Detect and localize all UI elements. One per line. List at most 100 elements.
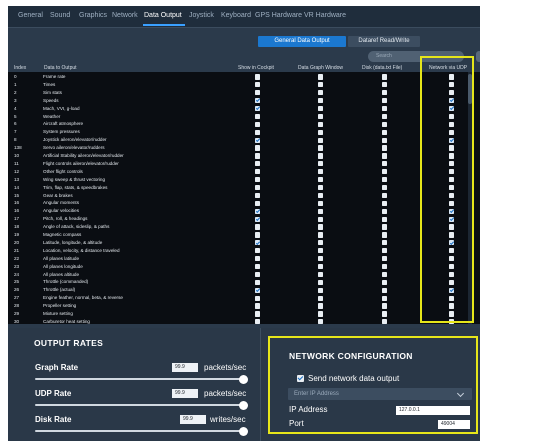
graph-checkbox[interactable] xyxy=(318,121,324,127)
udp-checkbox[interactable] xyxy=(449,82,455,88)
cockpit-checkbox[interactable] xyxy=(255,82,261,88)
tab-joystick[interactable]: Joystick xyxy=(189,12,214,19)
cockpit-checkbox[interactable] xyxy=(255,90,261,96)
udp-checkbox[interactable] xyxy=(449,90,455,96)
udp-rate-slider-knob[interactable] xyxy=(239,400,248,410)
tab-graphics[interactable]: Graphics xyxy=(79,12,107,19)
cockpit-checkbox[interactable] xyxy=(255,169,261,175)
udp-checkbox[interactable] xyxy=(449,271,455,278)
graph-checkbox[interactable] xyxy=(318,90,324,96)
disk-checkbox[interactable] xyxy=(382,240,388,246)
send-network-output-checkbox[interactable] xyxy=(297,375,304,382)
disk-checkbox[interactable] xyxy=(382,216,388,222)
disk-rate-slider-knob[interactable] xyxy=(239,426,248,436)
cockpit-checkbox[interactable] xyxy=(255,240,261,246)
disk-checkbox[interactable] xyxy=(382,137,388,143)
graph-checkbox[interactable] xyxy=(318,177,324,183)
graph-checkbox[interactable] xyxy=(318,311,324,317)
tab-network[interactable]: Network xyxy=(112,12,138,19)
udp-checkbox[interactable] xyxy=(449,287,455,293)
graph-checkbox[interactable] xyxy=(318,137,324,143)
graph-checkbox[interactable] xyxy=(318,192,324,199)
disk-checkbox[interactable] xyxy=(382,153,388,159)
graph-checkbox[interactable] xyxy=(318,74,324,80)
graph-checkbox[interactable] xyxy=(318,129,324,135)
disk-checkbox[interactable] xyxy=(382,224,388,230)
cockpit-checkbox[interactable] xyxy=(255,200,261,206)
cockpit-checkbox[interactable] xyxy=(255,303,261,309)
disk-checkbox[interactable] xyxy=(382,184,388,191)
graph-rate-slider-knob[interactable] xyxy=(239,374,248,384)
port-input[interactable]: 49004 xyxy=(438,420,470,429)
udp-checkbox[interactable] xyxy=(449,208,455,214)
disk-checkbox[interactable] xyxy=(382,295,388,301)
cockpit-checkbox[interactable] xyxy=(255,153,261,159)
cockpit-checkbox[interactable] xyxy=(255,137,261,143)
graph-rate-slider[interactable] xyxy=(35,378,243,380)
disk-checkbox[interactable] xyxy=(382,169,388,175)
udp-checkbox[interactable] xyxy=(449,129,455,135)
cockpit-checkbox[interactable] xyxy=(255,113,261,120)
disk-checkbox[interactable] xyxy=(382,145,388,151)
disk-checkbox[interactable] xyxy=(382,74,388,80)
disk-checkbox[interactable] xyxy=(382,311,388,317)
search-scroll-handle[interactable] xyxy=(476,51,480,62)
udp-checkbox[interactable] xyxy=(449,256,455,262)
disk-checkbox[interactable] xyxy=(382,279,388,285)
graph-checkbox[interactable] xyxy=(318,295,324,301)
graph-checkbox[interactable] xyxy=(318,105,324,112)
graph-checkbox[interactable] xyxy=(318,82,324,88)
tab-general[interactable]: General xyxy=(18,12,43,19)
udp-checkbox[interactable] xyxy=(449,224,455,230)
graph-checkbox[interactable] xyxy=(318,303,324,309)
udp-checkbox[interactable] xyxy=(449,169,455,175)
graph-checkbox[interactable] xyxy=(318,145,324,151)
cockpit-checkbox[interactable] xyxy=(255,129,261,135)
graph-checkbox[interactable] xyxy=(318,263,324,270)
table-scrollbar[interactable] xyxy=(468,72,472,324)
graph-checkbox[interactable] xyxy=(318,208,324,214)
disk-checkbox[interactable] xyxy=(382,248,388,254)
graph-rate-input[interactable]: 99.9 xyxy=(172,363,198,372)
disk-checkbox[interactable] xyxy=(382,319,388,324)
cockpit-checkbox[interactable] xyxy=(255,248,261,254)
cockpit-checkbox[interactable] xyxy=(255,279,261,285)
udp-checkbox[interactable] xyxy=(449,184,455,191)
cockpit-checkbox[interactable] xyxy=(255,224,261,230)
disk-rate-slider[interactable] xyxy=(35,430,243,432)
cockpit-checkbox[interactable] xyxy=(255,145,261,151)
ip-address-input[interactable]: 127.0.0.1 xyxy=(396,406,470,415)
udp-checkbox[interactable] xyxy=(449,145,455,151)
cockpit-checkbox[interactable] xyxy=(255,295,261,301)
cockpit-checkbox[interactable] xyxy=(255,287,261,293)
udp-checkbox[interactable] xyxy=(449,113,455,120)
udp-rate-slider[interactable] xyxy=(35,404,243,406)
udp-checkbox[interactable] xyxy=(449,98,455,104)
disk-checkbox[interactable] xyxy=(382,263,388,270)
udp-checkbox[interactable] xyxy=(449,295,455,301)
graph-checkbox[interactable] xyxy=(318,319,324,324)
udp-rate-input[interactable]: 99.9 xyxy=(172,389,198,398)
cockpit-checkbox[interactable] xyxy=(255,98,261,104)
udp-checkbox[interactable] xyxy=(449,311,455,317)
cockpit-checkbox[interactable] xyxy=(255,105,261,112)
graph-checkbox[interactable] xyxy=(318,287,324,293)
udp-checkbox[interactable] xyxy=(449,232,455,238)
udp-checkbox[interactable] xyxy=(449,319,455,324)
disk-checkbox[interactable] xyxy=(382,177,388,183)
disk-checkbox[interactable] xyxy=(382,82,388,88)
disk-rate-input[interactable]: 99.9 xyxy=(180,415,206,424)
udp-checkbox[interactable] xyxy=(449,74,455,80)
udp-checkbox[interactable] xyxy=(449,263,455,270)
udp-checkbox[interactable] xyxy=(449,248,455,254)
disk-checkbox[interactable] xyxy=(382,129,388,135)
disk-checkbox[interactable] xyxy=(382,121,388,127)
cockpit-checkbox[interactable] xyxy=(255,256,261,262)
graph-checkbox[interactable] xyxy=(318,98,324,104)
disk-checkbox[interactable] xyxy=(382,256,388,262)
search-input[interactable]: Search xyxy=(368,51,464,62)
cockpit-checkbox[interactable] xyxy=(255,311,261,317)
disk-checkbox[interactable] xyxy=(382,105,388,112)
tab-gps-hardware[interactable]: GPS Hardware xyxy=(255,12,302,19)
graph-checkbox[interactable] xyxy=(318,200,324,206)
